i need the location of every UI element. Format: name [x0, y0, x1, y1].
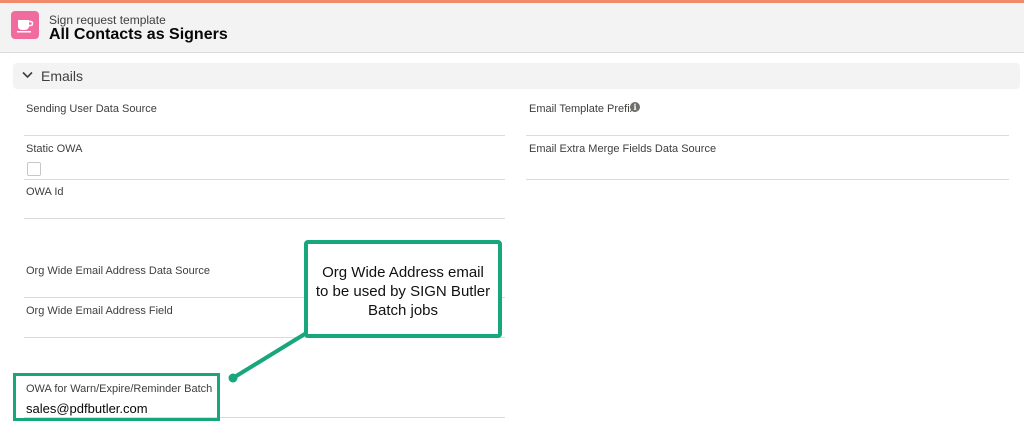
callout-line: Org Wide Address email: [322, 264, 484, 281]
callout-line: Batch jobs: [367, 302, 439, 319]
page: Sign request template All Contacts as Si…: [0, 0, 1024, 428]
annotation-connector: [228, 330, 310, 383]
annotation-callout-text: Org Wide Address email to be used by SIG…: [308, 263, 498, 320]
callout-line: to be used by SIGN Butler: [315, 283, 491, 300]
annotation-highlight-box: [13, 373, 220, 421]
annotation-callout: Org Wide Address email to be used by SIG…: [304, 240, 502, 338]
